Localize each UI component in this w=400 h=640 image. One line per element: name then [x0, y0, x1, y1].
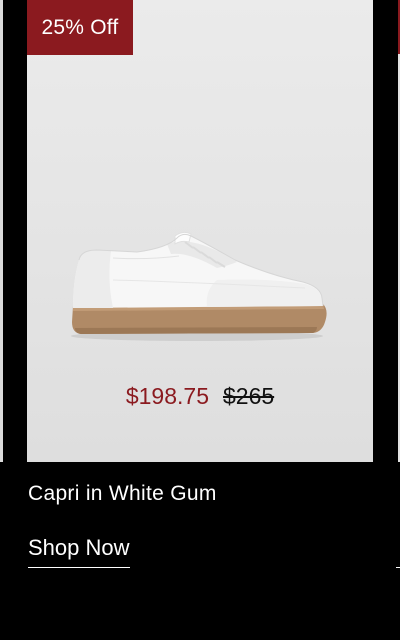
discount-badge: 25% Off: [27, 0, 133, 55]
original-price: $265: [222, 383, 275, 409]
previous-product-card-edge[interactable]: [0, 0, 3, 462]
sneaker-image: [71, 231, 327, 341]
product-card[interactable]: 25% Off $198.75 $265: [27, 0, 373, 462]
price-row: $198.75 $265: [27, 383, 373, 410]
product-carousel: 25% Off $198.75 $265 Capri in White Gum …: [0, 0, 400, 640]
product-name[interactable]: Capri in White Gum: [28, 482, 217, 506]
next-product-name-edge: [396, 486, 400, 506]
shop-now-link[interactable]: Shop Now: [28, 535, 130, 568]
next-product-cta-edge[interactable]: [396, 540, 400, 568]
sale-price: $198.75: [125, 383, 209, 409]
